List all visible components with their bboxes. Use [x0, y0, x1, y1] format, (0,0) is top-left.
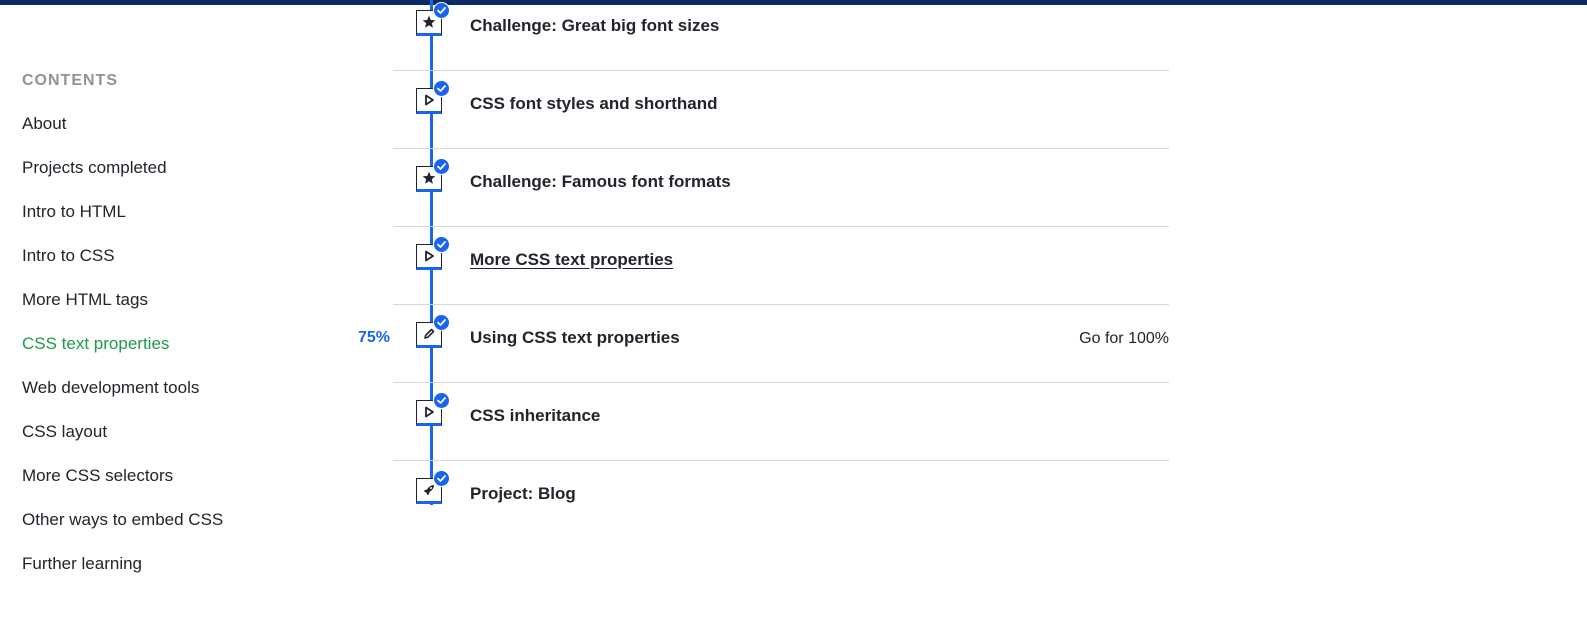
lesson-title[interactable]: Challenge: Great big font sizes — [470, 15, 719, 37]
star-icon — [422, 15, 436, 28]
progress-percentage: 75% — [358, 329, 391, 346]
sidebar-item-web-development-tools[interactable]: Web development tools — [22, 377, 322, 399]
play-icon — [425, 406, 434, 418]
lesson-row[interactable]: Challenge: Famous font formats — [393, 149, 1169, 227]
sidebar-item-css-text-properties[interactable]: CSS text properties — [22, 333, 322, 355]
completed-check-icon — [433, 80, 450, 97]
lesson-row[interactable]: CSS inheritance — [393, 383, 1169, 461]
completed-check-icon — [433, 2, 450, 19]
pencil-icon — [424, 328, 435, 339]
lesson-row[interactable]: Project: Blog — [393, 461, 1169, 538]
completed-check-icon — [433, 158, 450, 175]
sidebar-item-intro-to-html[interactable]: Intro to HTML — [22, 201, 322, 223]
lesson-title[interactable]: CSS inheritance — [470, 405, 600, 427]
lesson-row-current[interactable]: 75% Using CSS text properties Go for 100… — [358, 305, 1169, 383]
completed-check-icon — [433, 392, 450, 409]
lesson-title[interactable]: Project: Blog — [470, 483, 576, 505]
sidebar-item-more-css-selectors[interactable]: More CSS selectors — [22, 465, 322, 487]
lesson-row[interactable]: CSS font styles and shorthand — [393, 71, 1169, 149]
completed-check-icon — [433, 470, 450, 487]
sidebar-item-projects-completed[interactable]: Projects completed — [22, 157, 322, 179]
contents-sidebar: CONTENTS About Projects completed Intro … — [22, 70, 322, 597]
sidebar-item-css-layout[interactable]: CSS layout — [22, 421, 322, 443]
lesson-title[interactable]: CSS font styles and shorthand — [470, 93, 717, 115]
go-for-100-link[interactable]: Go for 100% — [1079, 328, 1169, 350]
sidebar-item-more-html-tags[interactable]: More HTML tags — [22, 289, 322, 311]
lesson-title-link[interactable]: More CSS text properties — [470, 249, 673, 271]
lesson-title[interactable]: Challenge: Famous font formats — [470, 171, 731, 193]
play-icon — [425, 250, 434, 262]
completed-check-icon — [433, 236, 450, 253]
sidebar-item-other-ways-to-embed-css[interactable]: Other ways to embed CSS — [22, 509, 322, 531]
star-icon — [422, 171, 436, 184]
lesson-title[interactable]: Using CSS text properties — [470, 327, 680, 349]
play-icon — [425, 94, 434, 106]
sidebar-item-about[interactable]: About — [22, 113, 322, 135]
completed-check-icon — [433, 314, 450, 331]
sidebar-item-further-learning[interactable]: Further learning — [22, 553, 322, 575]
sidebar-item-intro-to-css[interactable]: Intro to CSS — [22, 245, 322, 267]
rocket-icon — [423, 485, 434, 496]
lesson-row[interactable]: More CSS text properties — [393, 227, 1169, 305]
lesson-row[interactable]: Challenge: Great big font sizes — [393, 0, 1169, 71]
contents-heading: CONTENTS — [22, 72, 118, 89]
